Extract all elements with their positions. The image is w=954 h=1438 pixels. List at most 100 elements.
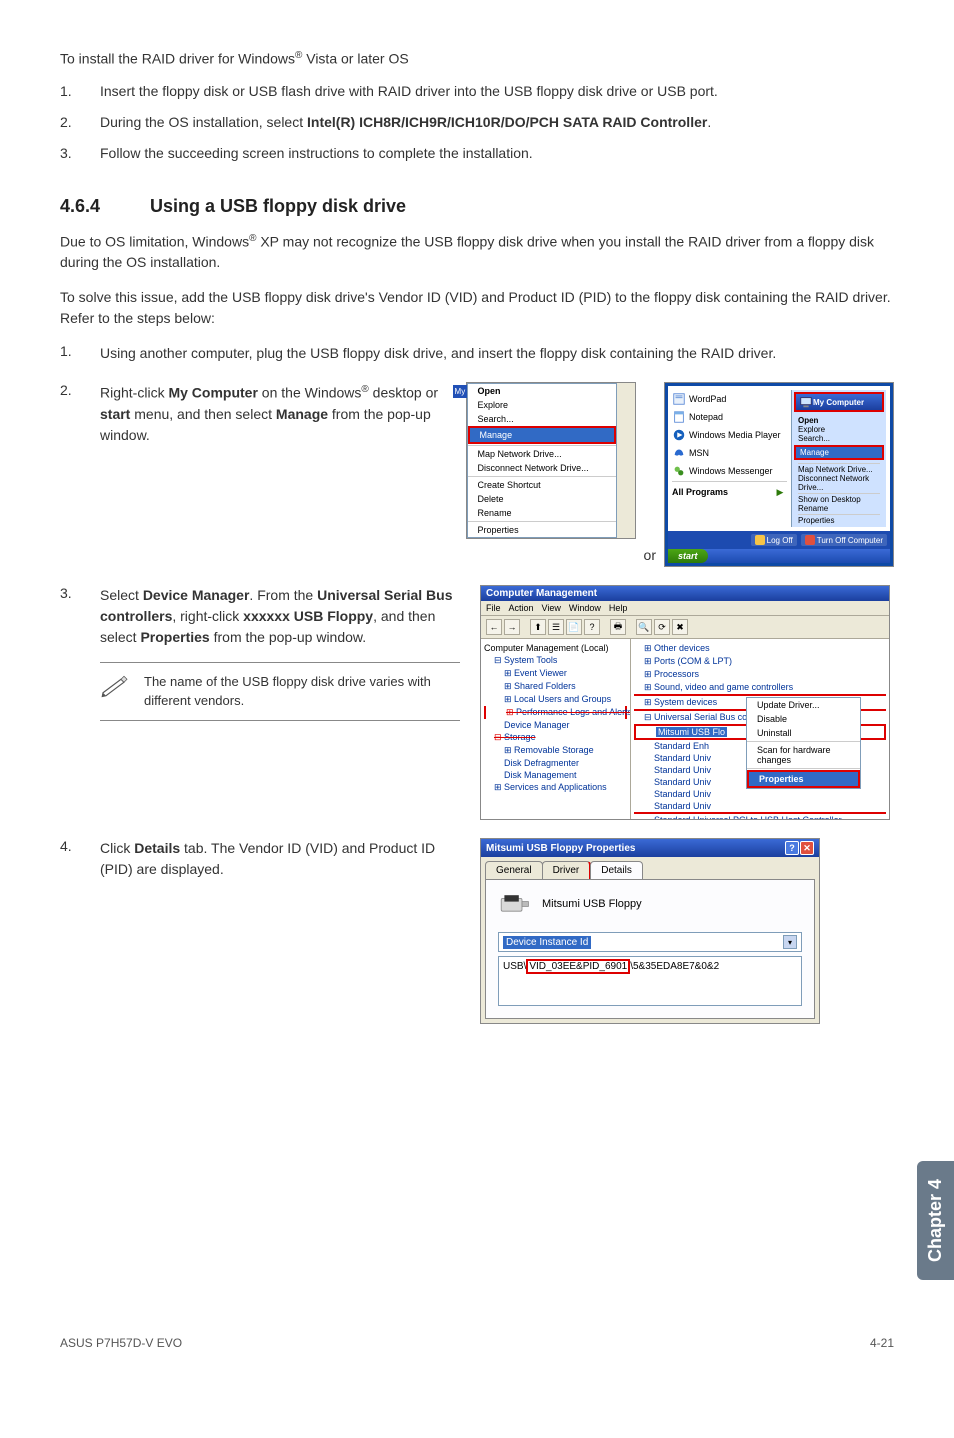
ctx-device-properties[interactable]: Properties — [749, 772, 858, 786]
toolbar-scan-icon[interactable]: 🔍 — [636, 619, 652, 635]
window-title: Computer Management — [486, 588, 597, 599]
toolbar-print-icon[interactable]: 🖶 — [610, 619, 626, 635]
intro-text: To install the RAID driver for Windows® … — [60, 50, 894, 67]
my-computer-item[interactable]: My Computer — [813, 398, 864, 407]
note-pencil-icon — [100, 673, 130, 704]
tree-root: Computer Management (Local) — [484, 642, 627, 654]
chevron-down-icon[interactable]: ▾ — [783, 935, 797, 949]
ctx-rename[interactable]: Rename — [468, 506, 616, 520]
close-button[interactable]: ✕ — [800, 841, 814, 855]
start-button[interactable]: start — [668, 549, 708, 563]
ctx-map-drive[interactable]: Map Network Drive... — [468, 447, 616, 461]
dev-processors: ⊞ Processors — [634, 668, 886, 681]
ctx-properties[interactable]: Properties — [468, 523, 616, 537]
device-id-listbox: USB\VID_03EE&PID_6901\5&35EDA8E7&0&2 — [498, 956, 802, 1006]
vid-pid-value: VID_03EE&PID_6901 — [526, 959, 630, 974]
logoff-button[interactable]: Log Off — [751, 534, 797, 546]
toolbar-refresh-icon[interactable]: ⟳ — [654, 619, 670, 635]
tree-systools: ⊟ System Tools — [484, 654, 627, 667]
step-3-text: Select Device Manager. From the Universa… — [100, 585, 470, 648]
tree-services: ⊞ Services and Applications — [484, 781, 627, 794]
screenshot-device-manager: Computer Management File Action View Win… — [480, 585, 890, 820]
install-steps: Insert the floppy disk or USB flash driv… — [60, 81, 894, 164]
sm-open[interactable]: Open — [798, 416, 880, 425]
ctx-search[interactable]: Search... — [468, 412, 616, 426]
tab-details[interactable]: Details — [590, 861, 643, 879]
sm-explore[interactable]: Explore — [798, 425, 880, 434]
properties-window-title: Mitsumi USB Floppy Properties — [486, 843, 635, 854]
tree-storage: ⊟ Storage — [484, 731, 627, 744]
dev-sound: ⊞ Sound, video and game controllers — [634, 681, 886, 694]
toolbar-forward-icon[interactable]: → — [504, 619, 520, 635]
toolbar-up-icon[interactable]: ⬆ — [530, 619, 546, 635]
note-box: The name of the USB floppy disk drive va… — [100, 662, 460, 720]
toolbar-tree-icon[interactable]: ☰ — [548, 619, 564, 635]
chapter-tab: Chapter 4 — [917, 1161, 954, 1280]
prog-wmp[interactable]: Windows Media Player — [672, 426, 787, 444]
prog-wordpad[interactable]: WordPad — [672, 390, 787, 408]
prog-messenger[interactable]: Windows Messenger — [672, 462, 787, 480]
section-heading: 4.6.4Using a USB floppy disk drive — [60, 196, 894, 217]
toolbar-props-icon[interactable]: 📄 — [566, 619, 582, 635]
sm-manage[interactable]: Manage — [796, 447, 882, 458]
device-context-menu: Update Driver... Disable Uninstall Scan … — [746, 697, 861, 789]
ctx-delete[interactable]: Delete — [468, 492, 616, 506]
notepad-icon — [672, 410, 686, 424]
ctx-scan-hardware[interactable]: Scan for hardware changes — [747, 743, 860, 767]
toolbar-remove-icon[interactable]: ✖ — [672, 619, 688, 635]
step-2-text: Right-click My Computer on the Windows® … — [100, 382, 456, 446]
step-4-text: Click Details tab. The Vendor ID (VID) a… — [100, 838, 470, 880]
sm-properties[interactable]: Properties — [798, 516, 880, 525]
step-number: 1. — [60, 343, 100, 359]
ctx-manage[interactable]: Manage — [470, 428, 614, 442]
device-name-label: Mitsumi USB Floppy — [542, 898, 642, 910]
menu-action[interactable]: Action — [509, 603, 534, 613]
menu-view[interactable]: View — [542, 603, 561, 613]
turnoff-button[interactable]: Turn Off Computer — [801, 534, 887, 546]
footer-model: ASUS P7H57D-V EVO — [60, 1336, 182, 1350]
step-number: 4. — [60, 838, 100, 854]
menu-help[interactable]: Help — [609, 603, 628, 613]
power-icon — [805, 535, 815, 545]
toolbar-help-icon[interactable]: ? — [584, 619, 600, 635]
ctx-create-shortcut[interactable]: Create Shortcut — [468, 478, 616, 492]
sm-map-drive[interactable]: Map Network Drive... — [798, 465, 880, 474]
tab-driver[interactable]: Driver — [542, 861, 592, 879]
sm-show-desktop[interactable]: Show on Desktop — [798, 495, 880, 504]
menu-window[interactable]: Window — [569, 603, 601, 613]
tree-event-viewer: ⊞ Event Viewer — [484, 667, 627, 680]
tab-general[interactable]: General — [485, 861, 543, 879]
computer-icon — [799, 395, 813, 409]
sm-disconnect[interactable]: Disconnect Network Drive... — [798, 474, 880, 492]
paragraph-2: To solve this issue, add the USB floppy … — [60, 287, 894, 329]
toolbar-back-icon[interactable]: ← — [486, 619, 502, 635]
menu-file[interactable]: File — [486, 603, 501, 613]
ctx-disconnect-drive[interactable]: Disconnect Network Drive... — [468, 461, 616, 475]
ctx-open[interactable]: Open — [468, 384, 616, 398]
dev-other: ⊞ Other devices — [634, 642, 886, 655]
wmp-icon — [672, 428, 686, 442]
sm-rename[interactable]: Rename — [798, 504, 880, 513]
tree-device-manager: Device Manager — [484, 719, 627, 731]
dev-ports: ⊞ Ports (COM & LPT) — [634, 655, 886, 668]
or-separator: or — [644, 547, 656, 567]
arrow-right-icon: ▶ — [773, 485, 787, 499]
ctx-explore[interactable]: Explore — [468, 398, 616, 412]
property-combo[interactable]: Device Instance Id ▾ — [498, 932, 802, 952]
install-step-2: During the OS installation, select Intel… — [100, 112, 894, 133]
sm-search[interactable]: Search... — [798, 434, 880, 443]
ctx-disable[interactable]: Disable — [747, 712, 860, 726]
footer-page-number: 4-21 — [870, 1336, 894, 1350]
right-tree[interactable]: ⊞ Other devices ⊞ Ports (COM & LPT) ⊞ Pr… — [631, 639, 889, 819]
left-tree[interactable]: Computer Management (Local) ⊟ System Too… — [481, 639, 631, 819]
help-button[interactable]: ? — [785, 841, 799, 855]
wordpad-icon — [672, 392, 686, 406]
note-text: The name of the USB floppy disk drive va… — [144, 673, 460, 709]
prog-msn[interactable]: MSN — [672, 444, 787, 462]
all-programs[interactable]: All Programs ▶ — [672, 483, 787, 501]
prog-notepad[interactable]: Notepad — [672, 408, 787, 426]
step-number: 2. — [60, 382, 100, 398]
messenger-icon — [672, 464, 686, 478]
ctx-update-driver[interactable]: Update Driver... — [747, 698, 860, 712]
ctx-uninstall[interactable]: Uninstall — [747, 726, 860, 740]
